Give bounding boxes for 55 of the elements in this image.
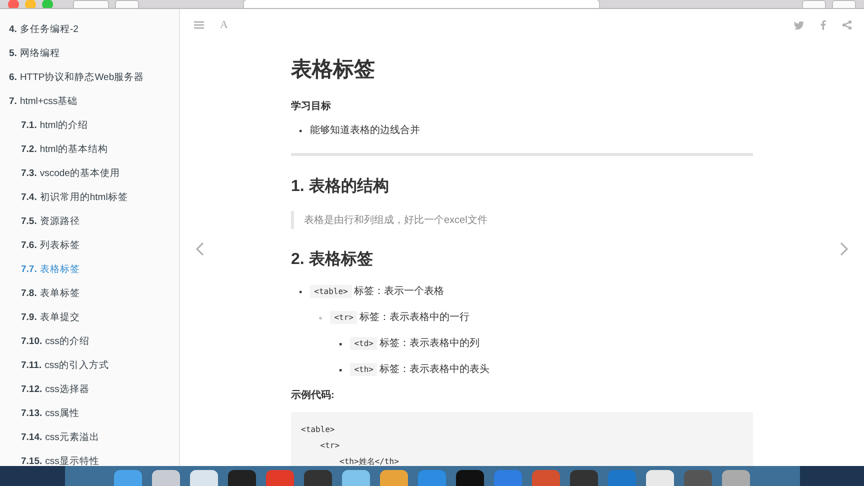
sidebar-item[interactable]: 7.1. html的介绍: [0, 113, 179, 137]
sidebar-item[interactable]: 7.7. 表格标签: [0, 257, 179, 281]
app-icon[interactable]: [342, 470, 370, 486]
app-icon[interactable]: [456, 470, 484, 486]
page-title: 表格标签: [291, 57, 376, 83]
sidebar-item[interactable]: 7.5. 资源路径: [0, 209, 179, 233]
section-heading: 1. 表格的结构: [291, 176, 390, 197]
list-item: 能够知道表格的边线合并: [310, 124, 420, 138]
app-icon[interactable]: [722, 470, 750, 486]
close-button[interactable]: [8, 0, 19, 8]
sidebar-item[interactable]: 4. 多任务编程-2: [0, 17, 179, 41]
menu-icon[interactable]: [194, 21, 204, 29]
share-icon[interactable]: [842, 20, 852, 30]
sidebar-item[interactable]: 7.10. css的介绍: [0, 329, 179, 353]
list-item: <table> 标签：表示一个表格: [310, 284, 444, 300]
sidebar-item[interactable]: 7.9. 表单提交: [0, 305, 179, 329]
twitter-icon[interactable]: [794, 20, 804, 30]
list-item: <th> 标签：表示表格中的表头: [350, 362, 490, 378]
app-icon[interactable]: [646, 470, 674, 486]
zoom-button[interactable]: [42, 0, 53, 8]
sidebar-item[interactable]: 6. HTTP协议和静态Web服务器: [0, 65, 179, 89]
example-heading: 示例代码:: [291, 388, 336, 402]
blockquote: 表格是由行和列组成，好比一个excel文件: [291, 211, 753, 229]
list-item: <tr> 标签：表示表格中的一行: [330, 310, 470, 326]
sidebar-item[interactable]: 7.11. css的引入方式: [0, 353, 179, 377]
app-icon[interactable]: [304, 470, 332, 486]
chevron-right-icon[interactable]: [840, 242, 848, 256]
sidebar-item[interactable]: 5. 网络编程: [0, 41, 179, 65]
app-icon[interactable]: [228, 470, 256, 486]
sidebar-item[interactable]: 7.15. css显示特性: [0, 449, 179, 466]
app-icon[interactable]: [190, 470, 218, 486]
facebook-icon[interactable]: [820, 20, 826, 30]
sidebar-item[interactable]: 7.12. css选择器: [0, 377, 179, 401]
goal-heading: 学习目标: [291, 100, 332, 113]
app-icon[interactable]: [570, 470, 598, 486]
list-marker: ◦: [319, 312, 322, 324]
sidebar-item[interactable]: 7.14. css元素溢出: [0, 425, 179, 449]
sidebar-item[interactable]: 7.3. vscode的基本使用: [0, 161, 179, 185]
minimize-button[interactable]: [25, 0, 36, 8]
sidebar-item[interactable]: 7. html+css基础: [0, 89, 179, 113]
sidebar-item[interactable]: 7.8. 表单标签: [0, 281, 179, 305]
sidebar-item[interactable]: 7.2. html的基本结构: [0, 137, 179, 161]
app-icon[interactable]: [114, 470, 142, 486]
app-icon[interactable]: [152, 470, 180, 486]
sidebar-item[interactable]: 7.4. 初识常用的html标签: [0, 185, 179, 209]
list-marker: •: [299, 286, 302, 298]
list-marker: ▪: [339, 338, 342, 350]
app-icon[interactable]: [380, 470, 408, 486]
sidebar-item[interactable]: 7.6. 列表标签: [0, 233, 179, 257]
sidebar-item[interactable]: 7.13. css属性: [0, 401, 179, 425]
list-item: <td> 标签：表示表格中的列: [350, 336, 480, 352]
chevron-left-icon[interactable]: [196, 242, 204, 256]
list-marker: •: [299, 124, 302, 138]
list-marker: ▪: [339, 364, 342, 376]
section-heading: 2. 表格标签: [291, 250, 374, 270]
